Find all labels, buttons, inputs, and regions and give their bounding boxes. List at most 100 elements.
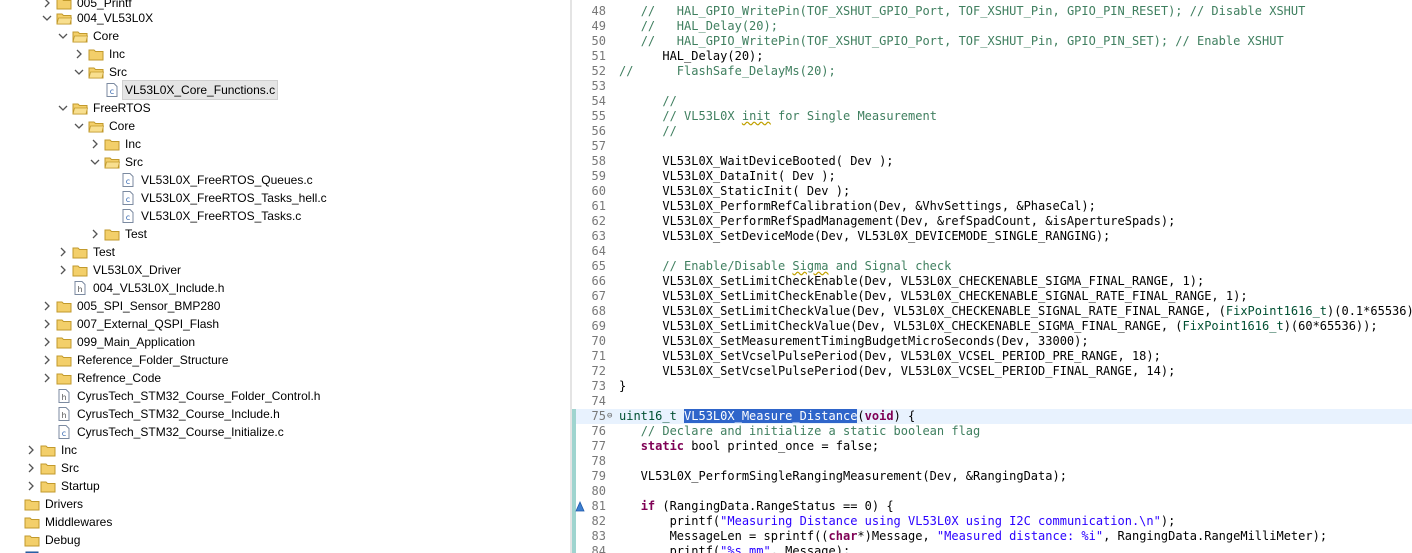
code-line[interactable]: 77 static bool printed_once = false; bbox=[572, 439, 1412, 454]
code-line[interactable]: 70 VL53L0X_SetMeasurementTimingBudgetMic… bbox=[572, 334, 1412, 349]
code-line[interactable]: 61 VL53L0X_PerformRefCalibration(Dev, &V… bbox=[572, 199, 1412, 214]
code-line[interactable]: 75 ⊖ uint16_t VL53L0X_Measure_Distance(voi… bbox=[572, 409, 1412, 424]
code-line[interactable]: 59 VL53L0X_DataInit( Dev ); bbox=[572, 169, 1412, 184]
code-line[interactable]: 72 VL53L0X_SetVcselPulsePeriod(Dev, VL53… bbox=[572, 364, 1412, 379]
tree-item[interactable]: Inc bbox=[0, 441, 570, 459]
chevron-right-icon[interactable] bbox=[56, 261, 70, 279]
code-line[interactable]: 69 VL53L0X_SetLimitCheckValue(Dev, VL53L… bbox=[572, 319, 1412, 334]
chevron-right-icon[interactable] bbox=[40, 369, 54, 387]
line-number: 77 bbox=[591, 439, 606, 453]
code-line[interactable]: 53 bbox=[572, 79, 1412, 94]
tree-item[interactable]: Core bbox=[0, 117, 570, 135]
chevron-right-icon[interactable] bbox=[56, 243, 70, 261]
tree-item[interactable]: Test bbox=[0, 225, 570, 243]
tree-item[interactable]: Core bbox=[0, 27, 570, 45]
tree-item[interactable]: 005_SPI_Sensor_BMP280 bbox=[0, 297, 570, 315]
code-token: VL53L0X_SetDeviceMode(Dev, VL53L0X_DEVIC… bbox=[619, 229, 1111, 243]
folder-icon bbox=[40, 481, 56, 493]
code-line[interactable]: 65 // Enable/Disable Sigma and Signal ch… bbox=[572, 259, 1412, 274]
code-line[interactable]: 74 bbox=[572, 394, 1412, 409]
chevron-right-icon[interactable] bbox=[24, 459, 38, 477]
chevron-right-icon[interactable] bbox=[24, 477, 38, 495]
tree-item[interactable]: Drivers bbox=[0, 495, 570, 513]
code-token: VL53L0X_SetVcselPulsePeriod(Dev, VL53L0X… bbox=[619, 364, 1176, 378]
code-line[interactable]: 83 MessageLen = sprintf((char*)Message, … bbox=[572, 529, 1412, 544]
fold-collapse-icon[interactable]: ⊖ bbox=[607, 409, 617, 424]
code-line[interactable]: 67 VL53L0X_SetLimitCheckEnable(Dev, VL53… bbox=[572, 289, 1412, 304]
code-line[interactable]: 82 printf("Measuring Distance using VL53… bbox=[572, 514, 1412, 529]
tree-item[interactable]: Src bbox=[0, 459, 570, 477]
code-line[interactable]: 78 bbox=[572, 454, 1412, 469]
chevron-down-icon[interactable] bbox=[56, 99, 70, 117]
tree-item[interactable]: c CyrusTech_STM32_Course_Initialize.c bbox=[0, 423, 570, 441]
tree-item[interactable]: Inc bbox=[0, 45, 570, 63]
chevron-right-icon[interactable] bbox=[88, 225, 102, 243]
code-line[interactable]: 64 bbox=[572, 244, 1412, 259]
code-line[interactable]: 51 HAL_Delay(20); bbox=[572, 49, 1412, 64]
code-line[interactable]: 57 bbox=[572, 139, 1412, 154]
tree-item[interactable]: h CyrusTech_STM32_Course_Folder_Control.h bbox=[0, 387, 570, 405]
code-line[interactable]: 81 if (RangingData.RangeStatus == 0) { bbox=[572, 499, 1412, 514]
code-line[interactable]: 79 VL53L0X_PerformSingleRangingMeasureme… bbox=[572, 469, 1412, 484]
tree-item[interactable]: 004_VL53L0X bbox=[0, 9, 570, 27]
tree-item[interactable]: Inc bbox=[0, 135, 570, 153]
tree-item[interactable]: c VL53L0X_FreeRTOS_Tasks.c bbox=[0, 207, 570, 225]
code-line[interactable]: 62 VL53L0X_PerformRefSpadManagement(Dev,… bbox=[572, 214, 1412, 229]
code-line[interactable]: 60 VL53L0X_StaticInit( Dev ); bbox=[572, 184, 1412, 199]
code-line[interactable]: 76 // Declare and initialize a static bo… bbox=[572, 424, 1412, 439]
tree-item[interactable]: Src bbox=[0, 153, 570, 171]
code-line[interactable]: 68 VL53L0X_SetLimitCheckValue(Dev, VL53L… bbox=[572, 304, 1412, 319]
tree-item[interactable]: c VL53L0X_FreeRTOS_Queues.c bbox=[0, 171, 570, 189]
tree-item[interactable]: Src bbox=[0, 63, 570, 81]
line-number: 60 bbox=[591, 184, 606, 198]
code-line[interactable]: 55 // VL53L0X init for Single Measuremen… bbox=[572, 109, 1412, 124]
chevron-right-icon[interactable] bbox=[40, 333, 54, 351]
chevron-down-icon[interactable] bbox=[88, 153, 102, 171]
code-line[interactable]: 58 VL53L0X_WaitDeviceBooted( Dev ); bbox=[572, 154, 1412, 169]
tree-item[interactable]: Startup bbox=[0, 477, 570, 495]
chevron-right-icon[interactable] bbox=[24, 441, 38, 459]
chevron-right-icon[interactable] bbox=[88, 135, 102, 153]
chevron-down-icon[interactable] bbox=[72, 117, 86, 135]
tree-item[interactable]: VL53L0X_Driver bbox=[0, 261, 570, 279]
tree-item[interactable]: c VL53L0X_FreeRTOS_Tasks_hell.c bbox=[0, 189, 570, 207]
code-line[interactable]: 80 bbox=[572, 484, 1412, 499]
code-line[interactable]: 50 // HAL_GPIO_WritePin(TOF_XSHUT_GPIO_P… bbox=[572, 34, 1412, 49]
code-line[interactable]: 66 VL53L0X_SetLimitCheckEnable(Dev, VL53… bbox=[572, 274, 1412, 289]
chevron-right-icon[interactable] bbox=[40, 297, 54, 315]
tree-item[interactable]: Test bbox=[0, 243, 570, 261]
tree-item[interactable]: h 004_VL53L0X_Include.h bbox=[0, 279, 570, 297]
code-token: Sigma bbox=[792, 259, 829, 273]
chevron-right-icon[interactable] bbox=[72, 45, 86, 63]
tree-item[interactable]: Reference_Folder_Structure bbox=[0, 351, 570, 369]
code-line[interactable]: 63 VL53L0X_SetDeviceMode(Dev, VL53L0X_DE… bbox=[572, 229, 1412, 244]
tree-item[interactable]: Debug bbox=[0, 531, 570, 549]
code-line[interactable]: 73} bbox=[572, 379, 1412, 394]
tree-item[interactable]: 099_Main_Application bbox=[0, 333, 570, 351]
code-line[interactable]: 48 // HAL_GPIO_WritePin(TOF_XSHUT_GPIO_P… bbox=[572, 4, 1412, 19]
chevron-down-icon[interactable] bbox=[40, 9, 54, 27]
tree-item[interactable]: 007_External_QSPI_Flash bbox=[0, 315, 570, 333]
tree-item[interactable]: Middlewares bbox=[0, 513, 570, 531]
tree-item[interactable]: h CyrusTech_STM32_Course_Include.h bbox=[0, 405, 570, 423]
chevron-down-icon[interactable] bbox=[72, 63, 86, 81]
tree-item-label: 007_External_QSPI_Flash bbox=[77, 317, 220, 331]
tree-item[interactable]: Refrence_Code bbox=[0, 369, 570, 387]
code-token: static bbox=[640, 439, 685, 453]
code-line[interactable]: 49 // HAL_Delay(20); bbox=[572, 19, 1412, 34]
tree-item[interactable]: 007_FreeRTOS_Multitasking_With_DataLoggi… bbox=[0, 549, 570, 553]
code-editor[interactable]: 48 // HAL_GPIO_WritePin(TOF_XSHUT_GPIO_P… bbox=[572, 0, 1412, 553]
code-line[interactable]: 54 // bbox=[572, 94, 1412, 109]
tree-item-label: CyrusTech_STM32_Course_Folder_Control.h bbox=[77, 389, 321, 403]
chevron-right-icon[interactable] bbox=[40, 351, 54, 369]
code-line[interactable]: 56 // bbox=[572, 124, 1412, 139]
code-line[interactable]: 52 // FlashSafe_DelayMs(20); bbox=[572, 64, 1412, 79]
tree-item[interactable]: FreeRTOS bbox=[0, 99, 570, 117]
chevron-down-icon[interactable] bbox=[56, 27, 70, 45]
code-text: // Declare and initialize a static boole… bbox=[619, 424, 981, 439]
code-line[interactable]: 71 VL53L0X_SetVcselPulsePeriod(Dev, VL53… bbox=[572, 349, 1412, 364]
chevron-right-icon[interactable] bbox=[40, 315, 54, 333]
code-line[interactable]: 84 printf("%s mm", Message); bbox=[572, 544, 1412, 553]
tree-item[interactable]: c VL53L0X_Core_Functions.c bbox=[0, 80, 570, 100]
